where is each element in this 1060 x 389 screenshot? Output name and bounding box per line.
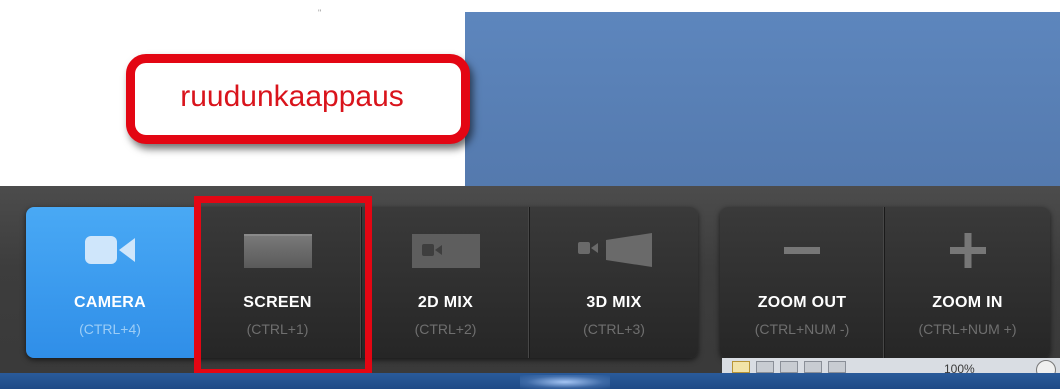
capture-mode-toolbar: CAMERA (CTRL+4) SCREEN (CTRL+1) 2D MIX (… xyxy=(26,207,698,358)
screen-button-label: SCREEN xyxy=(243,294,312,311)
zoom-out-button-shortcut: (CTRL+NUM -) xyxy=(754,321,850,337)
3d-mix-icon xyxy=(530,229,698,271)
zoom-in-button-shortcut: (CTRL+NUM +) xyxy=(918,321,1017,337)
3d-mix-button[interactable]: 3D MIX (CTRL+3) xyxy=(530,207,698,358)
zoom-slider-knob[interactable] xyxy=(1036,360,1056,374)
globe-icon[interactable] xyxy=(780,361,798,373)
zoom-in-button-label: ZOOM IN xyxy=(932,294,1003,311)
screen-icon xyxy=(194,229,361,271)
minus-icon xyxy=(720,229,884,271)
3d-mix-button-shortcut: (CTRL+3) xyxy=(583,321,645,337)
top-strip xyxy=(465,0,1060,12)
list-icon[interactable] xyxy=(804,361,822,373)
status-bar: 100% xyxy=(722,358,1060,374)
2d-mix-button[interactable]: 2D MIX (CTRL+2) xyxy=(362,207,530,358)
layout-icon[interactable] xyxy=(732,361,750,373)
camera-button-shortcut: (CTRL+4) xyxy=(79,321,141,337)
screen-button-shortcut: (CTRL+1) xyxy=(246,321,309,337)
2d-mix-button-shortcut: (CTRL+2) xyxy=(414,321,477,337)
zoom-out-button-label: ZOOM OUT xyxy=(757,294,847,311)
screen-button[interactable]: SCREEN (CTRL+1) xyxy=(194,207,362,358)
camera-button[interactable]: CAMERA (CTRL+4) xyxy=(26,207,194,358)
plus-icon xyxy=(885,229,1050,271)
video-camera-icon xyxy=(26,229,194,271)
camera-button-label: CAMERA xyxy=(73,294,147,311)
3d-mix-button-label: 3D MIX xyxy=(586,294,642,311)
2d-mix-button-label: 2D MIX xyxy=(417,294,474,311)
page-icon[interactable] xyxy=(828,361,846,373)
zoom-out-button[interactable]: ZOOM OUT (CTRL+NUM -) xyxy=(720,207,885,358)
callout-text: ruudunkaappaus xyxy=(180,80,404,113)
taskbar-glow xyxy=(520,375,610,389)
stray-mark: " xyxy=(318,8,322,18)
view-icon[interactable] xyxy=(756,361,774,373)
2d-mix-icon xyxy=(362,229,529,271)
status-icons xyxy=(732,361,846,373)
zoom-toolbar: ZOOM OUT (CTRL+NUM -) ZOOM IN (CTRL+NUM … xyxy=(720,207,1050,358)
annotation-callout: ruudunkaappaus xyxy=(126,54,470,144)
desktop-background xyxy=(465,12,1060,192)
zoom-in-button[interactable]: ZOOM IN (CTRL+NUM +) xyxy=(885,207,1050,358)
